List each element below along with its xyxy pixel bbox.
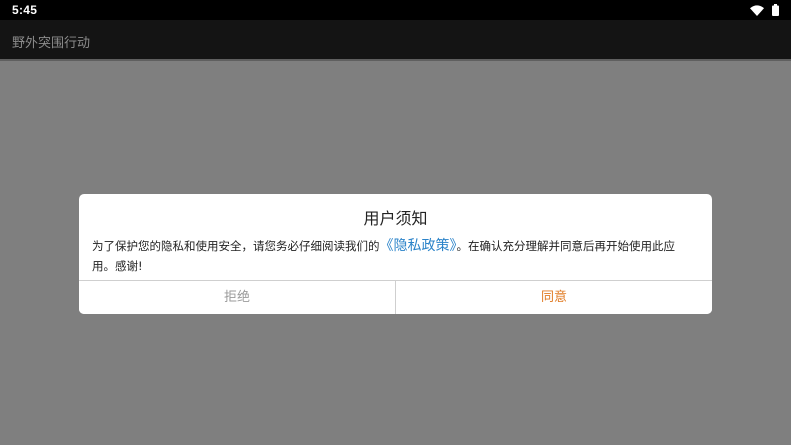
- battery-icon: [772, 4, 779, 16]
- dialog-title: 用户须知: [363, 209, 428, 228]
- user-notice-dialog: 用户须知 为了保护您的隐私和使用安全，请您务必仔细阅读我们的《隐私政策》。在确认…: [79, 194, 712, 314]
- agree-button[interactable]: 同意: [396, 281, 712, 314]
- dialog-message: 为了保护您的隐私和使用安全，请您务必仔细阅读我们的《隐私政策》。在确认充分理解并…: [92, 236, 692, 276]
- app-bar-shadow: [0, 59, 791, 61]
- status-time: 5:45: [12, 3, 38, 17]
- status-icons: [750, 3, 779, 17]
- status-bar: 5:45: [0, 0, 791, 20]
- reject-button[interactable]: 拒绝: [79, 281, 395, 314]
- app-bar: 野外突围行动: [0, 20, 791, 59]
- privacy-policy-link[interactable]: 《隐私政策》: [380, 238, 457, 254]
- wifi-icon: [750, 4, 764, 16]
- app-title: 野外突围行动: [12, 36, 91, 51]
- message-before: 为了保护您的隐私和使用安全，请您务必仔细阅读我们的: [92, 239, 380, 253]
